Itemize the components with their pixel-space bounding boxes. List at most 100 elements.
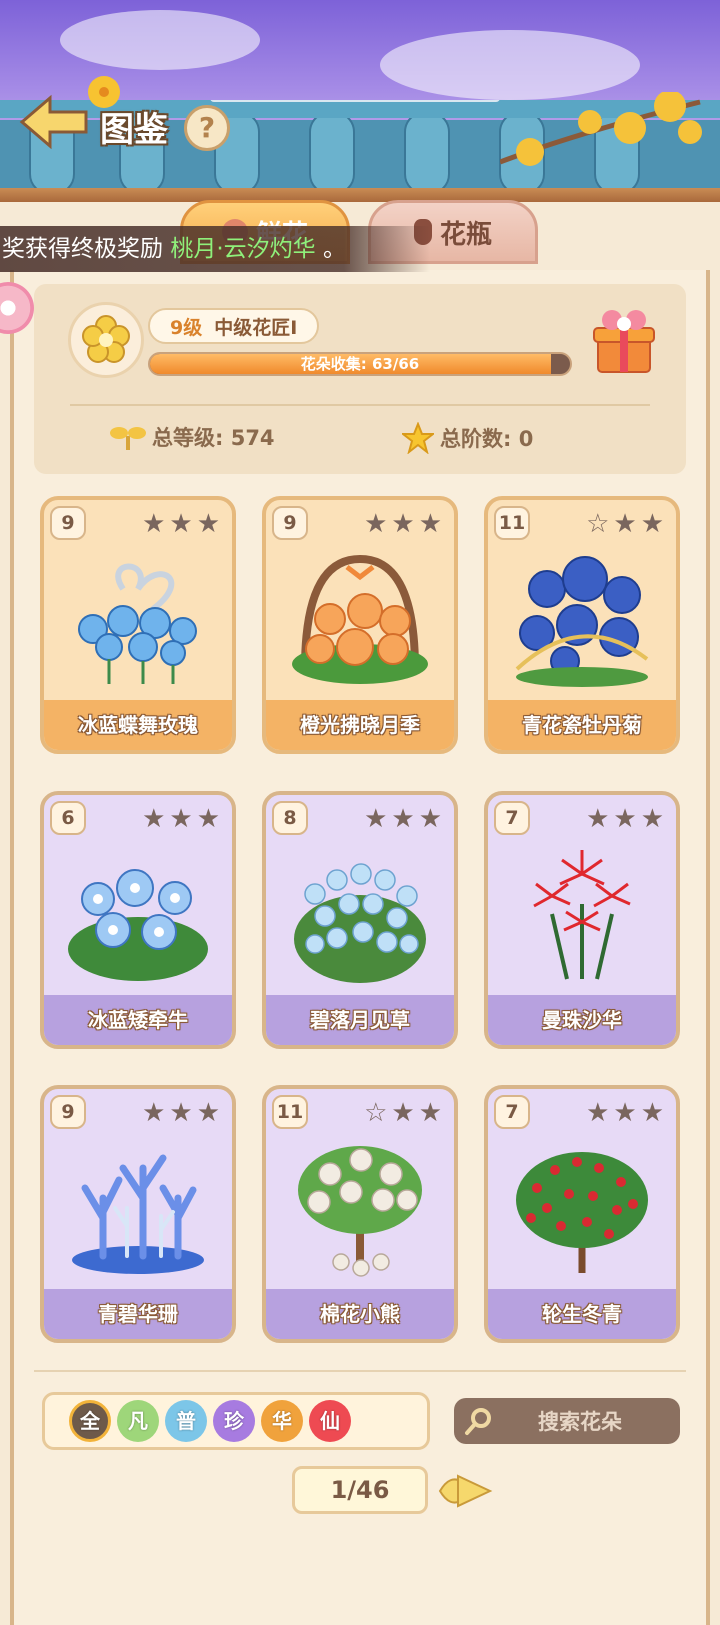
card-stars: ★ ★ ★	[364, 510, 442, 538]
star-icon: ★	[169, 804, 193, 834]
divider	[70, 404, 650, 406]
flower-card[interactable]: 6 ★ ★ ★ 冰蓝矮牵牛	[40, 791, 236, 1049]
total-rank-stat: 总阶数: 0	[402, 422, 533, 454]
rank-badge	[68, 302, 144, 378]
collection-progress-text: 花朵收集: 63/66	[300, 355, 420, 373]
card-level: 7	[494, 801, 530, 835]
blue-primrose-illustration	[278, 839, 442, 989]
star-icon: ★	[196, 509, 220, 539]
card-name: 碧落月见草	[266, 995, 454, 1045]
star-icon: ★	[391, 509, 415, 539]
star-icon: ★	[142, 1098, 166, 1128]
card-stars: ★ ★ ★	[586, 1099, 664, 1127]
flower-card[interactable]: 11 ☆ ★ ★ 青花瓷牡丹菊	[484, 496, 680, 754]
star-icon: ★	[391, 804, 415, 834]
card-name: 曼珠沙华	[488, 995, 676, 1045]
card-name: 轮生冬青	[488, 1289, 676, 1339]
card-stars: ★ ★ ★	[586, 805, 664, 833]
card-level: 11	[272, 1095, 308, 1129]
gold-flower-icon	[82, 315, 130, 363]
card-stars: ☆ ★ ★	[586, 510, 664, 538]
star-icon: ★	[640, 509, 664, 539]
star-icon: ★	[586, 1098, 610, 1128]
flower-card[interactable]: 9 ★ ★ ★ 青碧华珊	[40, 1085, 236, 1343]
search-button[interactable]: 搜索花朵	[454, 1398, 680, 1444]
star-icon: ★	[142, 804, 166, 834]
star-icon: ★	[196, 1098, 220, 1128]
back-button[interactable]	[18, 94, 90, 150]
rarity-filter-chip[interactable]: 普	[165, 1400, 207, 1442]
star-icon: ★	[613, 509, 637, 539]
card-level: 6	[50, 801, 86, 835]
search-icon	[465, 1408, 491, 1435]
plum-branch-icon	[500, 92, 702, 166]
card-level: 9	[50, 1095, 86, 1129]
rarity-filter-chip[interactable]: 华	[261, 1400, 303, 1442]
flower-card[interactable]: 9 ★ ★ ★ 橙光拂晓月季	[262, 496, 458, 754]
rarity-filter-chip[interactable]: 全	[69, 1400, 111, 1442]
card-name: 青花瓷牡丹菊	[488, 700, 676, 750]
tab-label: 花瓶	[439, 219, 492, 250]
cloud	[60, 10, 260, 70]
announcement-marquee: 奖获得终极奖励 桃月·云汐灼华 。	[0, 226, 430, 272]
rank-title: 中级花匠I	[214, 316, 298, 339]
blue-chrysanthemum-illustration	[500, 544, 664, 694]
marquee-highlight: 桃月·云汐灼华	[170, 236, 316, 262]
star-icon: ★	[391, 1098, 415, 1128]
star-icon: ★	[364, 804, 388, 834]
card-level: 7	[494, 1095, 530, 1129]
star-icon: ☆	[364, 1098, 388, 1128]
red-spider-lily-illustration	[500, 839, 664, 989]
marquee-prefix: 奖获得终极奖励	[2, 236, 163, 262]
level-tag: 9级 中级花匠I	[148, 308, 320, 344]
cotton-bear-tree-illustration	[278, 1133, 442, 1283]
page-title: 图鉴	[100, 110, 168, 150]
rarity-filter-chip[interactable]: 仙	[309, 1400, 351, 1442]
blue-rose-illustration	[56, 544, 220, 694]
card-name: 冰蓝矮牵牛	[44, 995, 232, 1045]
card-stars: ★ ★ ★	[142, 1099, 220, 1127]
red-holly-illustration	[500, 1133, 664, 1283]
blue-petunia-illustration	[56, 839, 220, 989]
flower-card[interactable]: 8 ★ ★ ★ 碧落月见草	[262, 791, 458, 1049]
card-level: 11	[494, 506, 530, 540]
blue-coral-illustration	[56, 1133, 220, 1283]
cloud	[380, 30, 640, 100]
gift-box-icon[interactable]	[592, 306, 656, 376]
flower-card[interactable]: 7 ★ ★ ★ 曼珠沙华	[484, 791, 680, 1049]
star-icon: ★	[196, 804, 220, 834]
sprout-icon	[110, 427, 146, 450]
card-name: 橙光拂晓月季	[266, 700, 454, 750]
card-level: 9	[272, 506, 308, 540]
card-name: 青碧华珊	[44, 1289, 232, 1339]
orange-rose-illustration	[278, 544, 442, 694]
next-page-button[interactable]	[436, 1468, 494, 1514]
star-icon: ★	[613, 804, 637, 834]
star-icon: ★	[142, 509, 166, 539]
card-level: 8	[272, 801, 308, 835]
total-level-stat: 总等级: 574	[110, 422, 275, 452]
star-icon: ★	[169, 1098, 193, 1128]
card-level: 9	[50, 506, 86, 540]
page-indicator: 1/46	[292, 1466, 428, 1514]
rarity-filter-chip[interactable]: 凡	[117, 1400, 159, 1442]
total-level-label: 总等级: 574	[152, 426, 275, 450]
rarity-filter-chip[interactable]: 珍	[213, 1400, 255, 1442]
help-button[interactable]: ?	[184, 105, 230, 151]
star-icon: ★	[418, 804, 442, 834]
search-label: 搜索花朵	[538, 1410, 622, 1434]
collection-progress-bar: 花朵收集: 63/66	[148, 352, 572, 376]
flower-card[interactable]: 7 ★ ★ ★ 轮生冬青	[484, 1085, 680, 1343]
player-level: 9级	[170, 316, 203, 339]
flower-card[interactable]: 9 ★ ★ ★ 冰蓝蝶舞玫瑰	[40, 496, 236, 754]
star-icon: ★	[418, 1098, 442, 1128]
rarity-filter-bar: 全凡普珍华仙	[42, 1392, 430, 1450]
card-name: 棉花小熊	[266, 1289, 454, 1339]
flower-card[interactable]: 11 ☆ ★ ★ 棉花小熊	[262, 1085, 458, 1343]
star-icon: ☆	[586, 509, 610, 539]
card-stars: ★ ★ ★	[142, 510, 220, 538]
total-rank-label: 总阶数: 0	[440, 427, 534, 451]
star-icon: ★	[169, 509, 193, 539]
star-icon: ★	[640, 1098, 664, 1128]
card-stars: ★ ★ ★	[364, 805, 442, 833]
